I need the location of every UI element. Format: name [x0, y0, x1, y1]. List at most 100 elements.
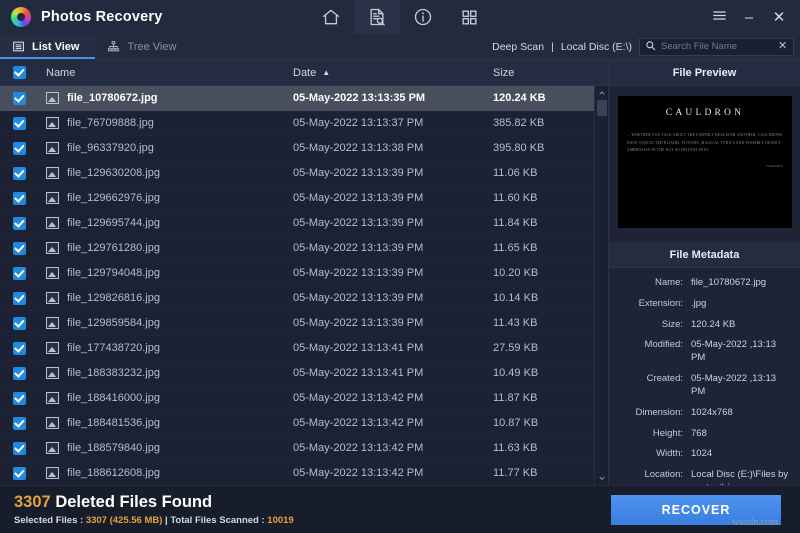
image-file-icon: [46, 192, 59, 204]
row-checkbox-cell[interactable]: [0, 116, 38, 130]
row-checkbox[interactable]: [12, 91, 26, 105]
table-row[interactable]: file_129794048.jpg 05-May-2022 13:13:39 P…: [0, 261, 608, 286]
row-file-name: file_129794048.jpg: [67, 267, 160, 279]
preview-image-heading: CAULDRON: [665, 108, 745, 118]
row-checkbox-cell[interactable]: [0, 341, 38, 355]
tab-list-view[interactable]: List View: [0, 34, 96, 59]
scroll-up-button[interactable]: [595, 86, 609, 100]
row-size: 11.87 KB: [493, 392, 538, 404]
metadata-value: 1024x768: [691, 406, 733, 418]
search-box[interactable]: ✕: [639, 37, 794, 56]
column-header-date[interactable]: Date ▲: [293, 67, 493, 79]
table-row[interactable]: file_188416000.jpg 05-May-2022 13:13:42 P…: [0, 386, 608, 411]
row-name-cell: file_129794048.jpg: [38, 267, 293, 279]
table-row[interactable]: file_10780672.jpg 05-May-2022 13:13:35 PM…: [0, 86, 608, 111]
app-title: Photos Recovery: [41, 9, 163, 25]
row-checkbox[interactable]: [12, 266, 26, 280]
column-header-name[interactable]: Name: [38, 67, 293, 79]
file-list-scrollbar[interactable]: [594, 86, 608, 485]
row-checkbox[interactable]: [12, 216, 26, 230]
table-row[interactable]: file_188383232.jpg 05-May-2022 13:13:41 P…: [0, 361, 608, 386]
row-checkbox[interactable]: [12, 441, 26, 455]
row-checkbox[interactable]: [12, 291, 26, 305]
home-button[interactable]: [308, 0, 354, 34]
row-checkbox-cell[interactable]: [0, 466, 38, 480]
table-row[interactable]: file_129761280.jpg 05-May-2022 13:13:39 P…: [0, 236, 608, 261]
row-checkbox-cell[interactable]: [0, 316, 38, 330]
scrollbar-track[interactable]: [595, 100, 609, 471]
row-file-name: file_177438720.jpg: [67, 342, 160, 354]
search-input[interactable]: [661, 41, 773, 52]
metadata-key: Width:: [656, 448, 683, 460]
row-size: 10.14 KB: [493, 292, 539, 304]
close-button[interactable]: ✕: [766, 3, 792, 31]
row-checkbox[interactable]: [12, 416, 26, 430]
scan-button[interactable]: [354, 0, 400, 34]
sort-ascending-icon: ▲: [322, 68, 331, 77]
table-row[interactable]: file_129859584.jpg 05-May-2022 13:13:39 P…: [0, 311, 608, 336]
column-header-size[interactable]: Size: [493, 67, 608, 79]
row-checkbox[interactable]: [12, 191, 26, 205]
row-checkbox-cell[interactable]: [0, 416, 38, 430]
table-row[interactable]: file_129826816.jpg 05-May-2022 13:13:39 P…: [0, 286, 608, 311]
row-name-cell: file_129695744.jpg: [38, 217, 293, 229]
image-file-icon: [46, 442, 59, 454]
image-file-icon: [46, 417, 59, 429]
row-checkbox-cell[interactable]: [0, 216, 38, 230]
row-checkbox[interactable]: [12, 166, 26, 180]
row-checkbox-cell[interactable]: [0, 266, 38, 280]
metadata-value: 05-May-2022 ,13:13 PM: [691, 339, 777, 364]
file-list-rows[interactable]: file_10780672.jpg 05-May-2022 13:13:35 PM…: [0, 86, 608, 485]
search-clear-icon[interactable]: ✕: [778, 41, 787, 52]
row-checkbox-cell[interactable]: [0, 141, 38, 155]
scroll-down-button[interactable]: [595, 471, 609, 485]
row-date: 05-May-2022 13:13:39 PM: [293, 317, 424, 329]
hamburger-menu-button[interactable]: [706, 3, 732, 31]
row-checkbox[interactable]: [12, 141, 26, 155]
table-row[interactable]: file_129695744.jpg 05-May-2022 13:13:39 P…: [0, 211, 608, 236]
table-row[interactable]: file_129662976.jpg 05-May-2022 13:13:39 P…: [0, 186, 608, 211]
row-checkbox[interactable]: [12, 341, 26, 355]
minimize-button[interactable]: –: [736, 3, 762, 31]
row-checkbox-cell[interactable]: [0, 241, 38, 255]
row-date: 05-May-2022 13:13:39 PM: [293, 192, 424, 204]
row-name-cell: file_129662976.jpg: [38, 192, 293, 204]
hamburger-menu-icon: [711, 7, 728, 27]
row-date: 05-May-2022 13:13:39 PM: [293, 217, 424, 229]
table-row[interactable]: file_76709888.jpg 05-May-2022 13:13:37 PM…: [0, 111, 608, 136]
row-size: 395.80 KB: [493, 142, 545, 154]
row-checkbox-cell[interactable]: [0, 166, 38, 180]
row-checkbox[interactable]: [12, 316, 26, 330]
table-row[interactable]: file_188579840.jpg 05-May-2022 13:13:42 P…: [0, 436, 608, 461]
row-file-name: file_129761280.jpg: [67, 242, 160, 254]
select-all-cell[interactable]: [0, 66, 38, 79]
scrollbar-thumb[interactable]: [596, 100, 607, 116]
photos-recovery-window: Photos Recovery – ✕ List View Tree View …: [0, 0, 800, 533]
row-checkbox-cell[interactable]: [0, 441, 38, 455]
row-checkbox[interactable]: [12, 391, 26, 405]
metadata-value: file_10780672.jpg: [691, 277, 767, 288]
grid-icon: [460, 8, 479, 27]
table-row[interactable]: file_188612608.jpg 05-May-2022 13:13:42 P…: [0, 461, 608, 485]
row-checkbox-cell[interactable]: [0, 91, 38, 105]
row-file-name: file_188612608.jpg: [67, 467, 160, 479]
row-checkbox-cell[interactable]: [0, 366, 38, 380]
row-checkbox[interactable]: [12, 466, 26, 480]
row-checkbox[interactable]: [12, 116, 26, 130]
info-button[interactable]: [400, 0, 446, 34]
row-checkbox[interactable]: [12, 366, 26, 380]
row-file-name: file_188416000.jpg: [67, 392, 160, 404]
table-row[interactable]: file_177438720.jpg 05-May-2022 13:13:41 P…: [0, 336, 608, 361]
row-file-name: file_10780672.jpg: [67, 92, 158, 104]
row-checkbox-cell[interactable]: [0, 391, 38, 405]
row-checkbox-cell[interactable]: [0, 191, 38, 205]
select-all-checkbox[interactable]: [12, 66, 26, 79]
image-file-icon: [46, 367, 59, 379]
grid-button[interactable]: [446, 0, 492, 34]
row-checkbox[interactable]: [12, 241, 26, 255]
table-row[interactable]: file_96337920.jpg 05-May-2022 13:13:38 PM…: [0, 136, 608, 161]
row-checkbox-cell[interactable]: [0, 291, 38, 305]
table-row[interactable]: file_129630208.jpg 05-May-2022 13:13:39 P…: [0, 161, 608, 186]
tab-tree-view[interactable]: Tree View: [95, 34, 192, 59]
table-row[interactable]: file_188481536.jpg 05-May-2022 13:13:42 P…: [0, 411, 608, 436]
